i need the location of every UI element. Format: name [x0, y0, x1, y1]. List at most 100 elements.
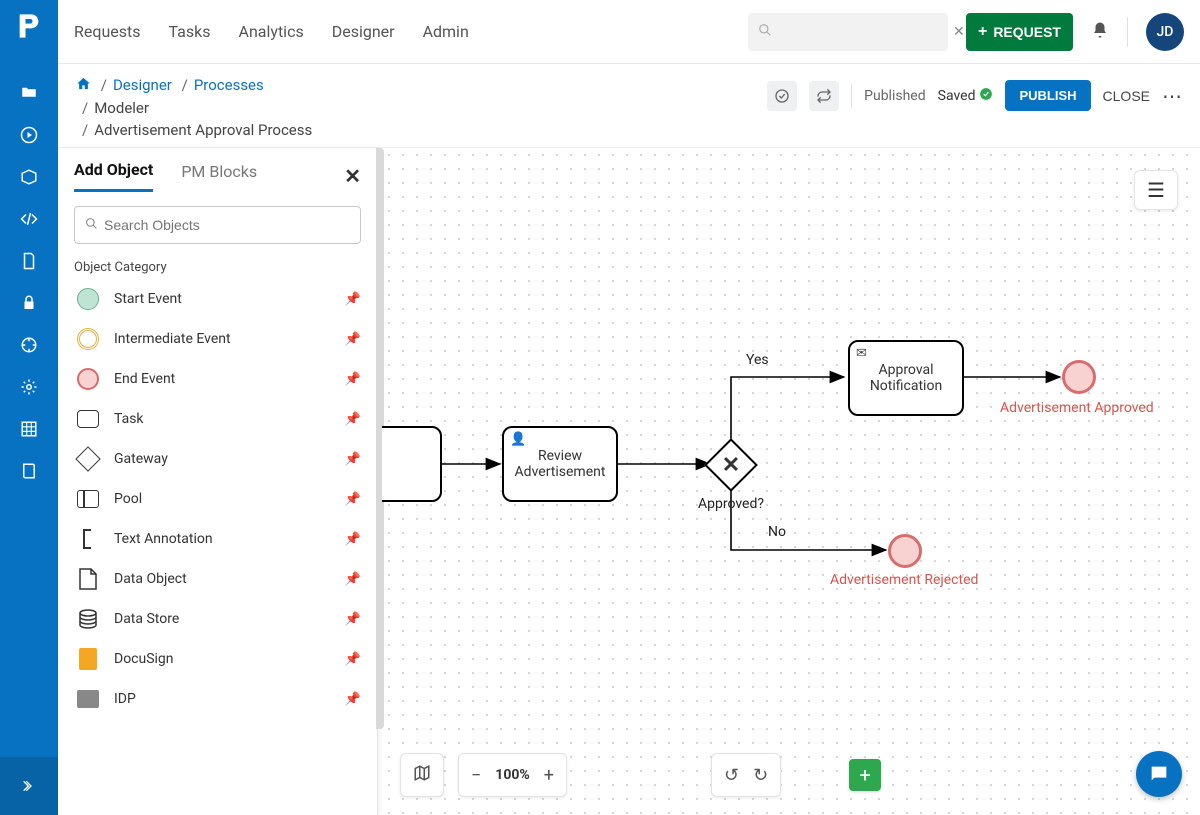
pin-icon[interactable]: 📌	[345, 492, 361, 507]
pin-icon[interactable]: 📌	[345, 332, 361, 347]
pin-icon[interactable]: 📌	[345, 292, 361, 307]
edge-no-label: No	[768, 524, 786, 540]
topnav: Requests Tasks Analytics Designer Admin	[74, 22, 469, 41]
map-icon	[413, 764, 431, 787]
zoom-out-button[interactable]: −	[471, 765, 481, 786]
nav-folder-icon[interactable]	[0, 72, 58, 114]
pin-icon[interactable]: 📌	[345, 452, 361, 467]
nav-doc-icon[interactable]	[0, 240, 58, 282]
user-icon: 👤	[510, 432, 526, 447]
zoom-in-button[interactable]: +	[544, 765, 554, 786]
redo-button[interactable]: ↻	[753, 765, 768, 786]
palette-tab-pm-blocks[interactable]: PM Blocks	[181, 162, 257, 191]
sidebar-nav	[0, 0, 58, 815]
validate-button-icon[interactable]	[767, 81, 797, 111]
envelope-icon: ✉	[856, 346, 867, 361]
palette-data-store[interactable]: Data Store📌	[66, 599, 371, 639]
nav-gear-icon[interactable]	[0, 366, 58, 408]
palette-tab-add-object[interactable]: Add Object	[74, 160, 153, 192]
logo	[13, 10, 45, 42]
publish-button[interactable]: PUBLISH	[1005, 80, 1090, 111]
nav-box-icon[interactable]	[0, 156, 58, 198]
palette-task[interactable]: Task📌	[66, 399, 371, 439]
check-icon	[979, 87, 993, 105]
palette-data-object[interactable]: Data Object📌	[66, 559, 371, 599]
canvas-menu-icon[interactable]: ☰	[1134, 170, 1178, 210]
nav-grid-icon[interactable]	[0, 408, 58, 450]
partial-task-edge[interactable]	[382, 426, 442, 502]
vertical-divider	[1127, 17, 1128, 47]
user-avatar[interactable]: JD	[1146, 13, 1184, 51]
minimap-button[interactable]	[400, 753, 444, 797]
topbar: Requests Tasks Analytics Designer Admin …	[58, 0, 1200, 64]
end-rejected[interactable]	[888, 534, 922, 568]
clear-icon[interactable]: ✕	[953, 24, 965, 40]
topnav-analytics[interactable]: Analytics	[239, 22, 304, 41]
search-objects-input[interactable]	[104, 217, 350, 233]
pin-icon[interactable]: 📌	[345, 612, 361, 627]
task-approval-notification[interactable]: ✉ Approval Notification	[848, 340, 964, 416]
task-label: Approval Notification	[870, 362, 942, 394]
request-button[interactable]: +REQUEST	[966, 13, 1073, 51]
palette-close-icon[interactable]: ✕	[344, 164, 361, 188]
pin-icon[interactable]: 📌	[345, 532, 361, 547]
breadcrumb-home-icon[interactable]	[76, 75, 91, 97]
palette-panel: Add Object PM Blocks ✕ Object Category S…	[58, 148, 378, 815]
loop-button-icon[interactable]	[809, 81, 839, 111]
history-controls: ↺ ↻	[711, 753, 781, 797]
breadcrumb-designer[interactable]: Designer	[113, 76, 172, 94]
palette-idp[interactable]: IDP📌	[66, 679, 371, 719]
undo-button[interactable]: ↺	[724, 765, 739, 786]
help-chat-button[interactable]	[1136, 751, 1182, 797]
global-search-input[interactable]	[772, 24, 953, 40]
add-element-button[interactable]: +	[849, 759, 881, 791]
end-rejected-label: Advertisement Rejected	[830, 572, 978, 588]
gateway-approved[interactable]: ✕	[712, 446, 750, 484]
nav-book-icon[interactable]	[0, 450, 58, 492]
status-published: Published	[864, 88, 925, 104]
pin-icon[interactable]: 📌	[345, 372, 361, 387]
close-button[interactable]: CLOSE	[1103, 88, 1150, 104]
end-approved[interactable]	[1062, 360, 1096, 394]
gateway-label: Approved?	[698, 496, 764, 512]
edge-yes-label: Yes	[746, 352, 769, 368]
breadcrumbs: /Designer /Processes /Modeler /Advertise…	[76, 74, 312, 141]
pin-icon[interactable]: 📌	[345, 692, 361, 707]
palette-docusign[interactable]: DocuSign📌	[66, 639, 371, 679]
breadcrumb-modeler: Modeler	[94, 99, 149, 117]
status-saved: Saved	[938, 87, 994, 105]
nav-code-icon[interactable]	[0, 198, 58, 240]
pin-icon[interactable]: 📌	[345, 572, 361, 587]
pin-icon[interactable]: 📌	[345, 412, 361, 427]
expand-sidebar-button[interactable]	[0, 757, 58, 815]
breadcrumb-processes[interactable]: Processes	[194, 76, 264, 94]
palette-end-event[interactable]: End Event📌	[66, 359, 371, 399]
search-objects-box[interactable]	[74, 206, 361, 244]
nav-play-icon[interactable]	[0, 114, 58, 156]
topnav-tasks[interactable]: Tasks	[169, 22, 211, 41]
nav-lock-icon[interactable]	[0, 282, 58, 324]
process-canvas[interactable]: ☰ 👤	[382, 148, 1200, 815]
global-search-box[interactable]: ✕	[748, 13, 948, 51]
topnav-requests[interactable]: Requests	[74, 22, 141, 41]
bell-icon[interactable]	[1091, 21, 1109, 43]
object-category-label: Object Category	[58, 252, 377, 279]
zoom-controls: − 100% +	[458, 753, 567, 797]
nav-target-icon[interactable]	[0, 324, 58, 366]
breadcrumb-current: Advertisement Approval Process	[94, 121, 312, 139]
palette-intermediate-event[interactable]: Intermediate Event📌	[66, 319, 371, 359]
palette-text-annotation[interactable]: Text Annotation📌	[66, 519, 371, 559]
pin-icon[interactable]: 📌	[345, 652, 361, 667]
more-actions-icon[interactable]: ⋯	[1162, 84, 1182, 108]
palette-start-event[interactable]: Start Event📌	[66, 279, 371, 319]
topnav-admin[interactable]: Admin	[423, 22, 469, 41]
palette-gateway[interactable]: Gateway📌	[66, 439, 371, 479]
topnav-designer[interactable]: Designer	[332, 22, 395, 41]
canvas-bottom-toolbar: − 100% +	[400, 753, 567, 797]
palette-pool[interactable]: Pool📌	[66, 479, 371, 519]
zoom-level: 100%	[495, 767, 529, 783]
vertical-divider	[851, 84, 852, 108]
task-review-advertisement[interactable]: 👤 Review Advertisement	[502, 426, 618, 502]
object-list: Start Event📌 Intermediate Event📌 End Eve…	[58, 279, 377, 815]
task-label: Review Advertisement	[515, 448, 606, 480]
